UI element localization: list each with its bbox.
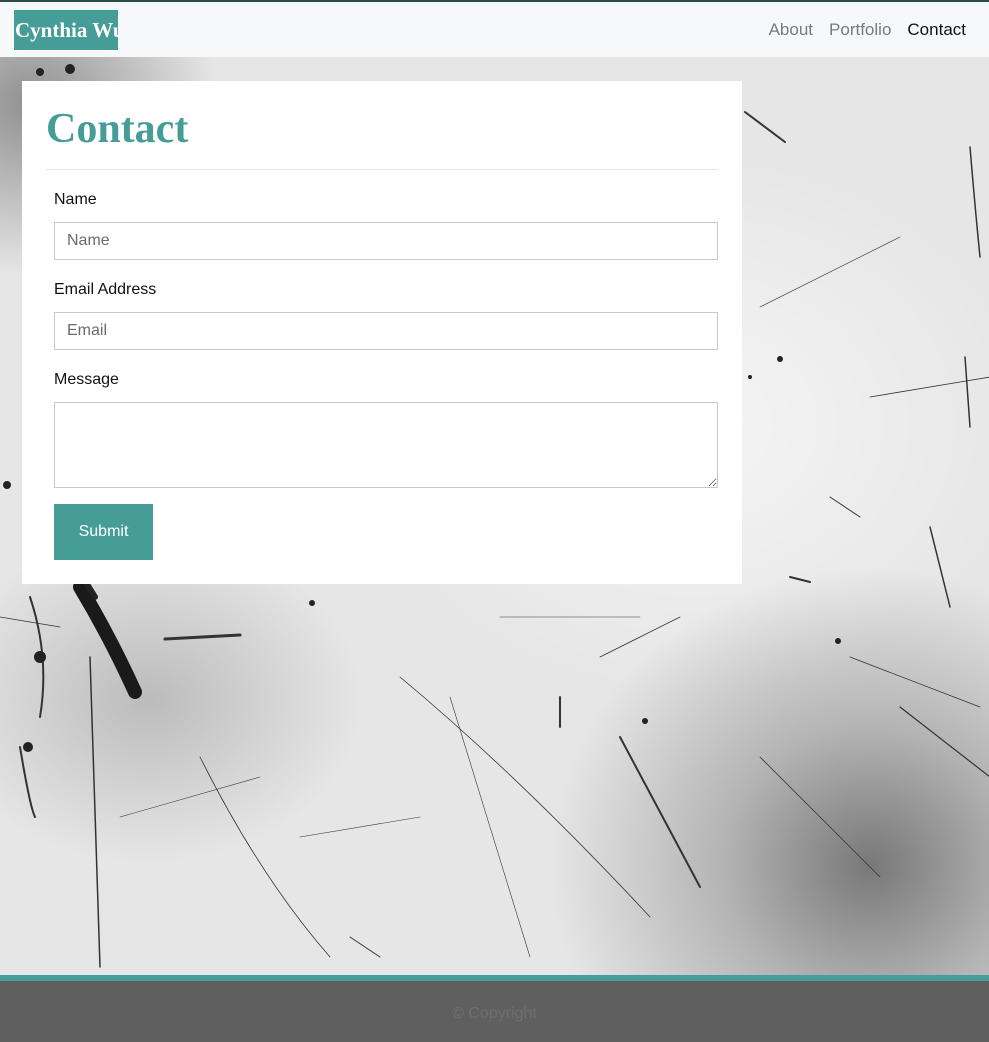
nav-link-about[interactable]: About — [769, 20, 813, 40]
name-label: Name — [54, 191, 97, 208]
copyright-text: © Copyright — [452, 1005, 537, 1022]
page-title: Contact — [46, 106, 189, 152]
contact-card: Contact Name Email Address Message Submi… — [22, 81, 742, 584]
email-label: Email Address — [54, 281, 157, 298]
email-input[interactable] — [54, 312, 718, 350]
submit-button[interactable]: Submit — [54, 504, 153, 560]
nav-link-contact[interactable]: Contact — [907, 20, 966, 40]
navbar: Cynthia Wu About Portfolio Contact — [0, 0, 989, 57]
message-textarea[interactable] — [54, 402, 718, 488]
page: Cynthia Wu About Portfolio Contact Conta… — [0, 0, 989, 1042]
nav-link-portfolio[interactable]: Portfolio — [829, 20, 891, 40]
name-input[interactable] — [54, 222, 718, 260]
brand-logo[interactable]: Cynthia Wu — [14, 10, 118, 50]
footer: © Copyright — [0, 981, 989, 1042]
nav-links: About Portfolio Contact — [769, 20, 966, 40]
message-label: Message — [54, 371, 119, 388]
title-divider — [46, 169, 718, 170]
